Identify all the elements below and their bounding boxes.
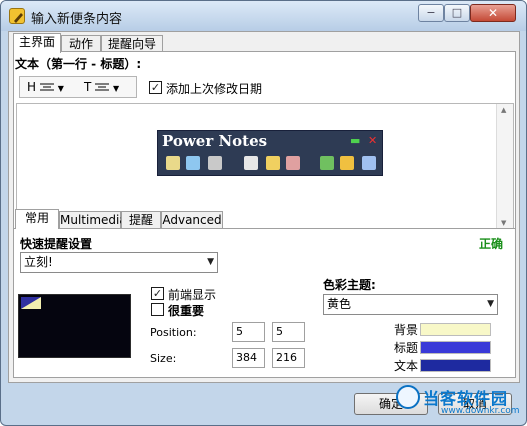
append-date-label: 添加上次修改日期 [166,82,263,96]
tab-main[interactable]: 主界面 [13,33,61,53]
dialog-client: 主界面 动作 提醒向导 文本（第一行 - 标题）: H ▼ T ▼ ✓ 添加上次… [8,31,520,383]
scroll-down-icon[interactable]: ▼ [501,219,506,227]
status-text: 正确 [478,237,503,251]
size-width-field[interactable]: 384 [232,348,265,368]
position-x-field[interactable]: 5 [232,322,265,342]
tab-advanced[interactable]: Advanced [161,211,223,229]
on-top-label: 前端显示 [168,288,217,302]
align-icon [39,82,54,91]
background-color-label: 背景 [394,323,419,337]
pn-close-icon: ✕ [368,134,378,147]
title-format-label: H [27,80,37,94]
quick-reminder-select[interactable]: 立刻! ▼ [20,252,218,273]
editor-scrollbar[interactable]: ▲ ▼ [496,104,513,229]
tools-icon [340,156,354,170]
color-theme-value: 黄色 [327,297,352,311]
text-color-label: 文本 [394,359,419,373]
on-top-checkbox[interactable]: ✓ [151,287,164,300]
app-note-icon [9,8,25,24]
maximize-button[interactable]: □ [444,4,470,22]
size-height-field[interactable]: 216 [272,348,305,368]
calendar-icon [244,156,258,170]
tab-reminder[interactable]: 提醒 [121,211,161,229]
note-copy-icon [186,156,200,170]
text-format-label: T [84,80,92,94]
tab-general[interactable]: 常用 [15,209,59,229]
note-list-icon [166,156,180,170]
pn-minimize-icon: ▬ [350,134,361,147]
color-theme-select[interactable]: 黄色 ▼ [323,294,498,315]
quick-reminder-label: 快速提醒设置 [20,237,93,251]
text-section-label: 文本（第一行 - 标题）: [15,57,142,71]
close-icon: ✕ [487,6,499,20]
background-color-swatch[interactable] [420,323,491,336]
help-icon [362,156,376,170]
watermark: 当客软件园 www.downkr.com [396,385,526,425]
close-button[interactable]: ✕ [470,4,516,22]
dialog-window: 输入新便条内容 − □ ✕ 主界面 动作 提醒向导 文本（第一行 - 标题）: … [0,0,527,426]
chevron-down-icon: ▼ [113,84,120,93]
append-date-checkbox[interactable]: ✓ [149,81,162,94]
minimize-button[interactable]: − [418,4,444,22]
minimize-icon: − [426,6,436,19]
chevron-down-icon: ▼ [207,257,214,267]
watermark-logo-icon [396,385,420,409]
format-toolbar: H ▼ T ▼ [19,76,137,98]
note-preview [18,294,131,358]
position-label: Position: [150,326,197,339]
scroll-up-icon[interactable]: ▲ [501,106,506,114]
important-checkbox[interactable] [151,303,164,316]
power-notes-title: Power Notes [162,132,268,150]
align-icon [95,82,110,91]
note-preview-icon [21,297,41,309]
folder-stack-icon [266,156,280,170]
watermark-url: www.downkr.com [441,406,520,416]
position-y-field[interactable]: 5 [272,322,305,342]
main-tab-panel: 文本（第一行 - 标题）: H ▼ T ▼ ✓ 添加上次修改日期 Power N… [13,51,516,232]
chevron-down-icon: ▼ [487,299,494,309]
power-notes-widget: Power Notes ▬ ✕ [157,130,383,176]
note-search-icon [208,156,222,170]
tab-multimedia[interactable]: Multimedia [59,211,127,229]
text-format-button[interactable]: T ▼ [84,80,119,94]
title-bar[interactable]: 输入新便条内容 − □ ✕ [1,1,526,31]
maximize-icon: □ [451,6,463,19]
quick-reminder-value: 立刻! [24,255,53,269]
color-theme-label: 色彩主题: [323,278,376,292]
general-tab-panel: 快速提醒设置 正确 立刻! ▼ ✓ 前端显示 很重要 Position: 5 5… [13,228,516,378]
window-title: 输入新便条内容 [31,12,123,27]
pen-icon [320,156,334,170]
title-format-button[interactable]: H ▼ [27,80,64,94]
chevron-down-icon: ▼ [57,84,64,93]
important-label: 很重要 [168,304,205,318]
text-color-swatch[interactable] [420,359,491,372]
title-color-swatch[interactable] [420,341,491,354]
size-label: Size: [150,352,177,365]
delete-note-icon [286,156,300,170]
title-color-label: 标题 [394,341,419,355]
